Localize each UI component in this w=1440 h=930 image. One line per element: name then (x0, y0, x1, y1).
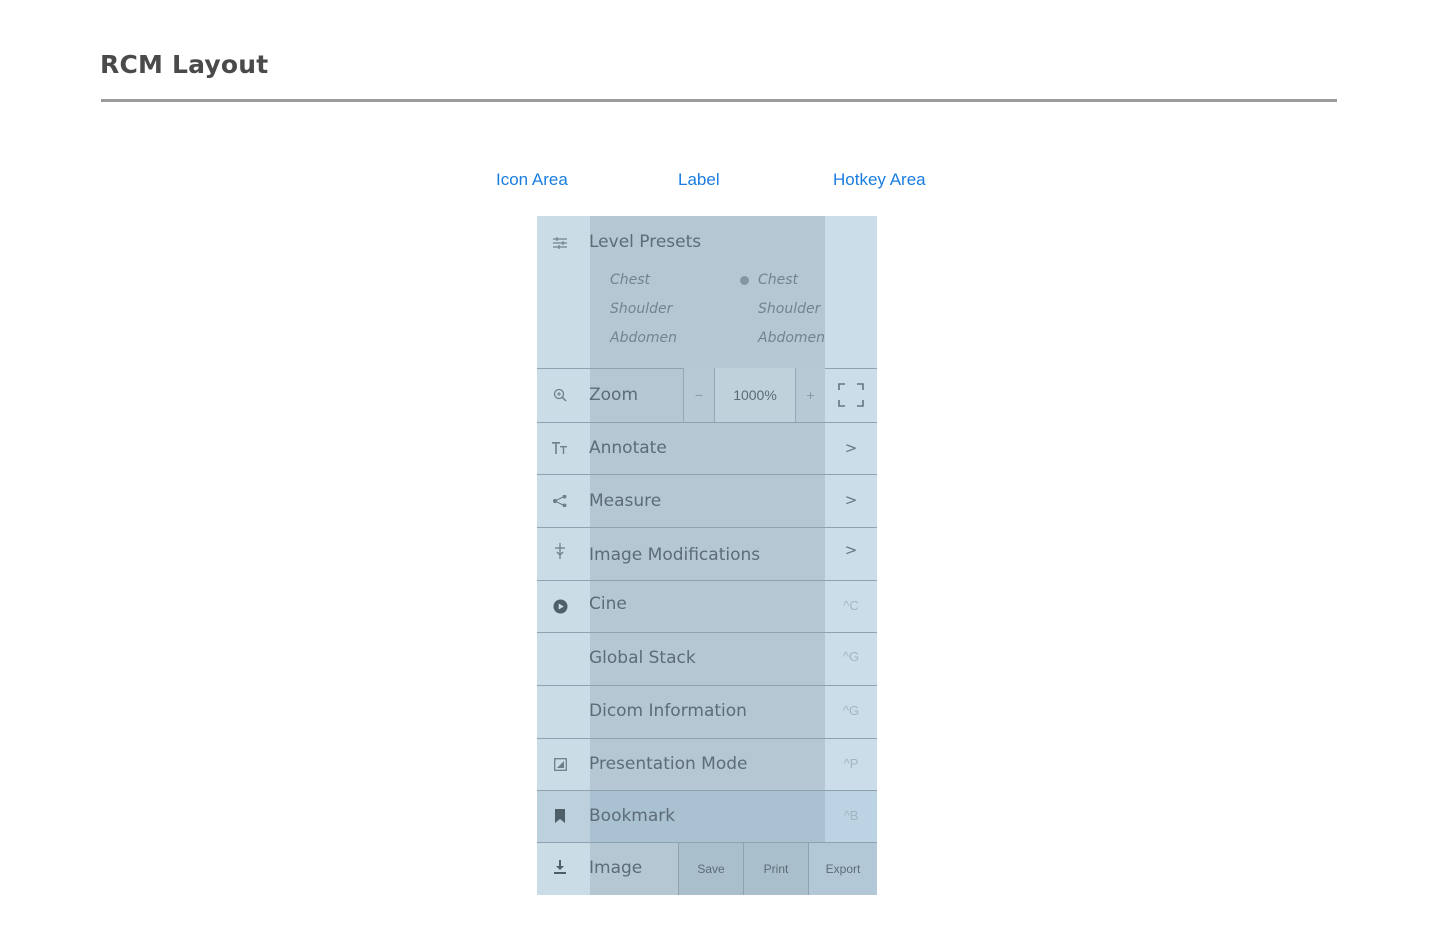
chevron-right-icon: > (844, 491, 858, 509)
menu-item-presentation-mode[interactable]: Presentation Mode ^P (537, 738, 877, 790)
preset-option[interactable]: Abdomen (758, 330, 825, 346)
menu-item-label: Bookmark (589, 806, 676, 826)
menu-item-measure[interactable]: Measure > (537, 474, 877, 527)
zoom-out-button[interactable]: − (683, 368, 715, 422)
download-icon (551, 858, 569, 876)
menu-item-global-stack[interactable]: Global Stack ^G (537, 632, 877, 685)
chevron-right-icon: > (844, 439, 858, 457)
icon-area-caption: Icon Area (496, 170, 568, 189)
fullscreen-icon[interactable] (838, 383, 864, 407)
title-divider (101, 99, 1337, 102)
measure-icon (551, 492, 569, 510)
menu-item-image-modifications[interactable]: Image Modifications > (537, 527, 877, 580)
zoom-in-button[interactable]: + (795, 368, 825, 422)
menu-item-label: Image Modifications (589, 545, 761, 565)
menu-item-dicom-information[interactable]: Dicom Information ^G (537, 685, 877, 738)
menu-item-label: Measure (589, 491, 662, 511)
radio-selected-icon (740, 276, 749, 285)
play-circle-icon (551, 597, 569, 615)
hotkey-area-caption: Hotkey Area (833, 170, 926, 189)
hotkey-hint: ^G (842, 649, 860, 664)
image-modifications-icon (551, 542, 569, 560)
zoom-icon (551, 386, 569, 404)
hotkey-hint: ^B (843, 808, 859, 823)
menu-item-label: Image (589, 858, 643, 878)
page-title: RCM Layout (100, 50, 269, 79)
menu-item-label: Presentation Mode (589, 754, 748, 774)
hotkey-hint: ^G (842, 703, 860, 718)
menu-item-annotate[interactable]: Annotate > (537, 422, 877, 474)
menu-item-label: Annotate (589, 438, 667, 458)
menu-item-label: Zoom (589, 385, 639, 405)
hotkey-hint: ^C (843, 598, 859, 613)
preset-option[interactable]: Shoulder (758, 301, 820, 317)
menu-item-label: Global Stack (589, 648, 696, 668)
bookmark-icon (551, 807, 569, 825)
menu-item-level-presets[interactable]: Level Presets Chest Shoulder Abdomen Che… (537, 216, 877, 368)
sliders-icon (551, 234, 569, 252)
preset-option[interactable]: Chest (758, 272, 798, 288)
menu-item-label: Cine (589, 594, 627, 614)
presentation-icon (551, 755, 569, 773)
text-size-icon (551, 439, 569, 457)
label-caption: Label (678, 170, 720, 189)
menu-item-label: Dicom Information (589, 701, 747, 721)
zoom-level-value: 1000% (715, 368, 795, 422)
preset-option[interactable]: Shoulder (610, 301, 672, 317)
rcm-menu: Level Presets Chest Shoulder Abdomen Che… (537, 216, 877, 895)
menu-item-label: Level Presets (589, 232, 702, 252)
preset-option[interactable]: Chest (610, 272, 650, 288)
print-button[interactable]: Print (743, 843, 808, 895)
export-button[interactable]: Export (808, 843, 877, 895)
preset-option[interactable]: Abdomen (610, 330, 677, 346)
save-button[interactable]: Save (678, 843, 743, 895)
chevron-right-icon: > (844, 541, 858, 559)
menu-item-cine[interactable]: Cine ^C (537, 580, 877, 632)
menu-item-bookmark[interactable]: Bookmark ^B (537, 790, 877, 842)
hotkey-hint: ^P (843, 756, 859, 771)
